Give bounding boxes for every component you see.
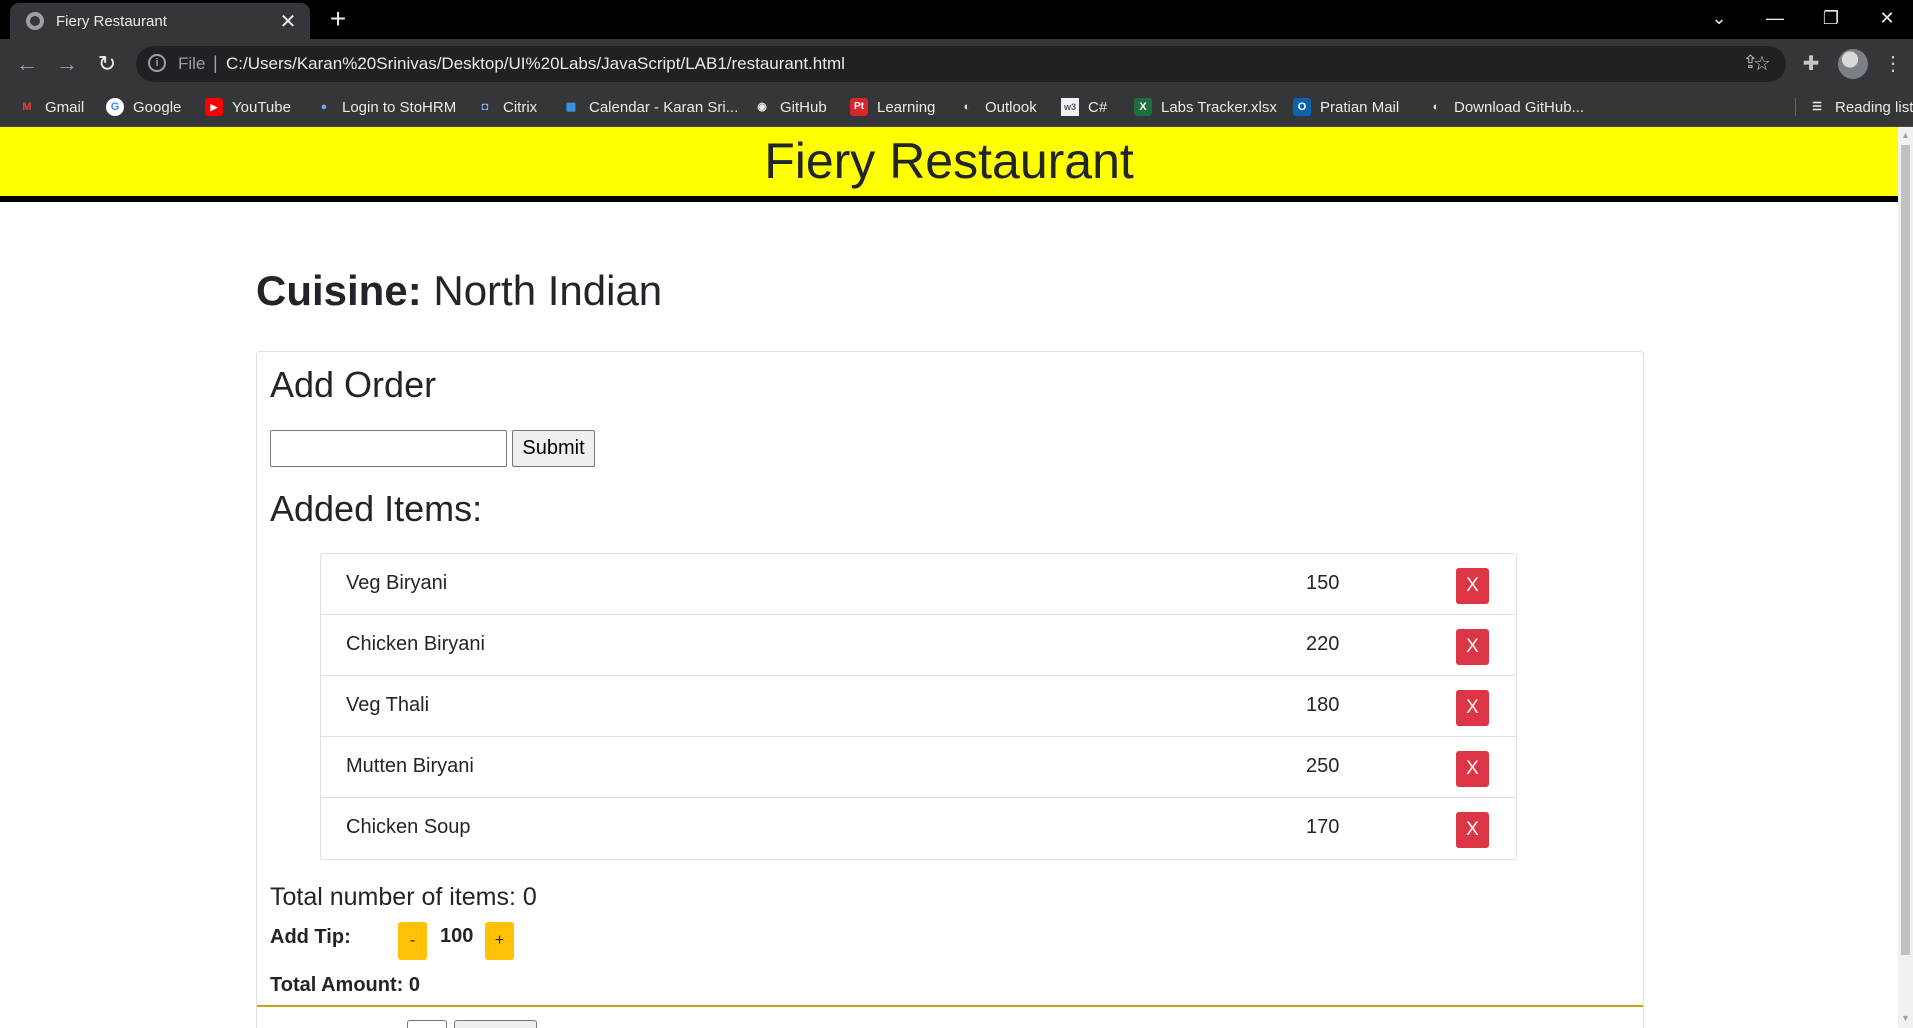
outlook-icon: ◐ [963, 101, 971, 113]
tab-search-icon[interactable]: ⌄ [1691, 0, 1747, 36]
bookmarks-bar: M Gmail G Google ▶ YouTube ● Login to St… [0, 89, 1913, 127]
bookmark-google[interactable]: G Google [106, 98, 181, 116]
added-items-heading: Added Items: [270, 488, 483, 529]
item-name: Veg Biryani [346, 572, 448, 594]
file-label: File [178, 54, 206, 73]
item-price: 150 [1306, 572, 1340, 594]
remove-item-button[interactable]: X [1456, 751, 1489, 787]
github-icon: ◉ [757, 101, 767, 113]
cuisine-value: North Indian [433, 267, 663, 314]
submit-button[interactable]: Submit [512, 430, 595, 467]
item-name: Mutten Biryani [346, 755, 474, 777]
site-header: Fiery Restaurant [0, 127, 1898, 202]
list-item: Chicken Biryani 220 X [321, 615, 1516, 676]
extensions-icon[interactable]: ✚ [1798, 51, 1824, 76]
excel-icon: X [1134, 98, 1152, 116]
item-price: 220 [1306, 633, 1340, 655]
scroll-down-icon[interactable]: ▼ [1900, 1013, 1911, 1023]
reload-icon[interactable]: ↻ [92, 49, 122, 79]
globe-icon [26, 12, 44, 30]
info-icon[interactable]: i [148, 54, 166, 72]
bookmark-stohrm[interactable]: ● Login to StoHRM [315, 98, 457, 116]
bookmark-pratian-mail[interactable]: O Pratian Mail [1293, 98, 1399, 116]
partial-input[interactable] [407, 1020, 447, 1028]
bookmark-learning[interactable]: Pt Learning [850, 98, 935, 116]
partial-button[interactable] [454, 1020, 537, 1028]
restore-icon[interactable]: ❐ [1803, 0, 1859, 36]
tip-label: Add Tip: [270, 926, 351, 948]
remove-item-button[interactable]: X [1456, 568, 1489, 604]
forward-icon[interactable]: → [52, 49, 82, 79]
tab-close-icon[interactable]: ✕ [276, 9, 300, 34]
new-tab-button[interactable]: + [324, 4, 352, 34]
section-divider [257, 1005, 1643, 1007]
minimize-icon[interactable]: — [1747, 0, 1803, 36]
address-separator: | [213, 53, 218, 73]
tab-title: Fiery Restaurant [56, 12, 167, 30]
order-card: Add Order Submit Added Items: Veg Biryan… [256, 351, 1644, 1028]
cuisine-label: Cuisine: [256, 267, 422, 314]
list-item: Chicken Soup 170 X [321, 798, 1516, 859]
tip-decrease-button[interactable]: - [398, 922, 427, 960]
item-name: Chicken Biryani [346, 633, 485, 655]
stohrm-icon: ● [320, 101, 328, 113]
citrix-icon: ◘ [481, 101, 489, 113]
bookmark-outlook[interactable]: ◐ Outlook [958, 98, 1037, 116]
bookmark-labs-tracker[interactable]: X Labs Tracker.xlsx [1134, 98, 1277, 116]
gmail-icon: M [22, 101, 32, 113]
browser-tab[interactable]: Fiery Restaurant ✕ [10, 3, 310, 39]
youtube-icon: ▶ [205, 98, 223, 116]
bookmark-star-icon[interactable]: ☆ [1749, 51, 1775, 76]
learning-icon: Pt [850, 98, 868, 116]
bookmark-calendar[interactable]: ▦ Calendar - Karan Sri... [562, 98, 738, 116]
added-items-list: Veg Biryani 150 X Chicken Biryani 220 X … [320, 553, 1517, 860]
scrollbar-thumb[interactable] [1901, 145, 1910, 955]
item-name: Chicken Soup [346, 816, 471, 838]
tip-value: 100 [440, 925, 474, 947]
list-item: Veg Thali 180 X [321, 676, 1516, 737]
total-amount: Total Amount: 0 [270, 974, 420, 996]
w3-icon: w3 [1061, 98, 1079, 116]
add-order-heading: Add Order [270, 364, 437, 405]
item-price: 170 [1306, 816, 1340, 838]
scroll-up-icon[interactable]: ▲ [1900, 130, 1911, 140]
browser-toolbar: ← → ↻ i File | C:/Users/Karan%20Srinivas… [0, 39, 1913, 89]
remove-item-button[interactable]: X [1456, 629, 1489, 665]
site-title: Fiery Restaurant [764, 133, 1134, 189]
reading-list-icon: ☰ [1812, 101, 1822, 113]
order-input[interactable] [270, 430, 507, 467]
item-name: Veg Thali [346, 694, 430, 716]
back-icon[interactable]: ← [12, 49, 42, 79]
list-item: Veg Biryani 150 X [321, 554, 1516, 615]
page-viewport: Fiery Restaurant Cuisine: North Indian A… [0, 127, 1898, 1028]
browser-titlebar: Fiery Restaurant ✕ + ⌄ — ❐ ✕ [0, 0, 1913, 39]
profile-avatar[interactable] [1838, 49, 1868, 79]
outlook-mail-icon: O [1293, 98, 1311, 116]
address-bar[interactable]: i File | C:/Users/Karan%20Srinivas/Deskt… [136, 46, 1786, 82]
tip-increase-button[interactable]: + [485, 922, 514, 960]
bookmark-youtube[interactable]: ▶ YouTube [205, 98, 291, 116]
menu-icon[interactable]: ⋮ [1880, 51, 1906, 76]
remove-item-button[interactable]: X [1456, 690, 1489, 726]
bookmark-gmail[interactable]: M Gmail [18, 98, 84, 116]
calendar-icon: ▦ [565, 101, 577, 113]
url-text[interactable]: C:/Users/Karan%20Srinivas/Desktop/UI%20L… [226, 54, 845, 74]
reading-list-button[interactable]: ☰ Reading list [1795, 98, 1913, 116]
close-window-icon[interactable]: ✕ [1859, 0, 1913, 36]
list-item: Mutten Biryani 250 X [321, 737, 1516, 798]
item-price: 180 [1306, 694, 1340, 716]
page-scrollbar[interactable]: ▲ ▼ [1898, 127, 1913, 1028]
remove-item-button[interactable]: X [1456, 812, 1489, 848]
bookmark-citrix[interactable]: ◘ Citrix [476, 98, 538, 116]
item-price: 250 [1306, 755, 1340, 777]
bookmark-download-github[interactable]: ◐ Download GitHub... [1427, 98, 1584, 116]
google-icon: G [106, 98, 124, 116]
total-items-count: Total number of items: 0 [270, 883, 537, 911]
download-icon: ◐ [1432, 101, 1440, 113]
bookmark-github[interactable]: ◉ GitHub [753, 98, 827, 116]
bookmark-csharp[interactable]: w3 C# [1061, 98, 1107, 116]
cuisine-heading: Cuisine: North Indian [256, 267, 662, 315]
